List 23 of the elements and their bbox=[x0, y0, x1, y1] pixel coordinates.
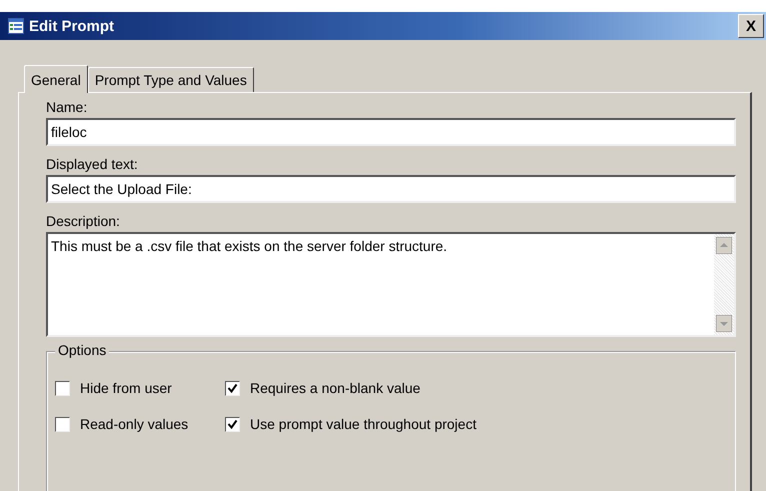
checkbox[interactable] bbox=[55, 416, 70, 432]
checkbox[interactable] bbox=[225, 416, 240, 432]
form-icon bbox=[8, 18, 24, 34]
checkbox-option[interactable]: Requires a non-blank value bbox=[225, 378, 476, 398]
scroll-down-icon[interactable] bbox=[716, 315, 732, 332]
group-title: Options bbox=[55, 342, 110, 358]
tab[interactable]: General bbox=[24, 65, 88, 93]
checkbox-option[interactable]: Use prompt value throughout project bbox=[225, 414, 476, 434]
field-label: Displayed text: bbox=[46, 155, 139, 173]
checkbox[interactable] bbox=[225, 380, 240, 396]
close-button[interactable]: X bbox=[738, 14, 764, 38]
scroll-bar[interactable] bbox=[714, 234, 734, 336]
input-field[interactable]: Select the Upload File: bbox=[46, 175, 736, 203]
description-text: This must be a .csv file that exists on the server folder structure. bbox=[50, 237, 448, 256]
checkbox-option[interactable]: Hide from user bbox=[55, 378, 225, 398]
window-title: Edit Prompt bbox=[29, 18, 115, 34]
field-label: Name: bbox=[46, 98, 88, 116]
field-label: Description: bbox=[46, 212, 121, 230]
input-field[interactable]: fileloc bbox=[46, 118, 736, 146]
checkbox[interactable] bbox=[55, 380, 70, 396]
tab[interactable]: Prompt Type and Values bbox=[88, 67, 254, 92]
text-area[interactable]: This must be a .csv file that exists on the server folder structure. bbox=[46, 232, 736, 338]
checkbox-option[interactable]: Read-only values bbox=[55, 414, 225, 434]
